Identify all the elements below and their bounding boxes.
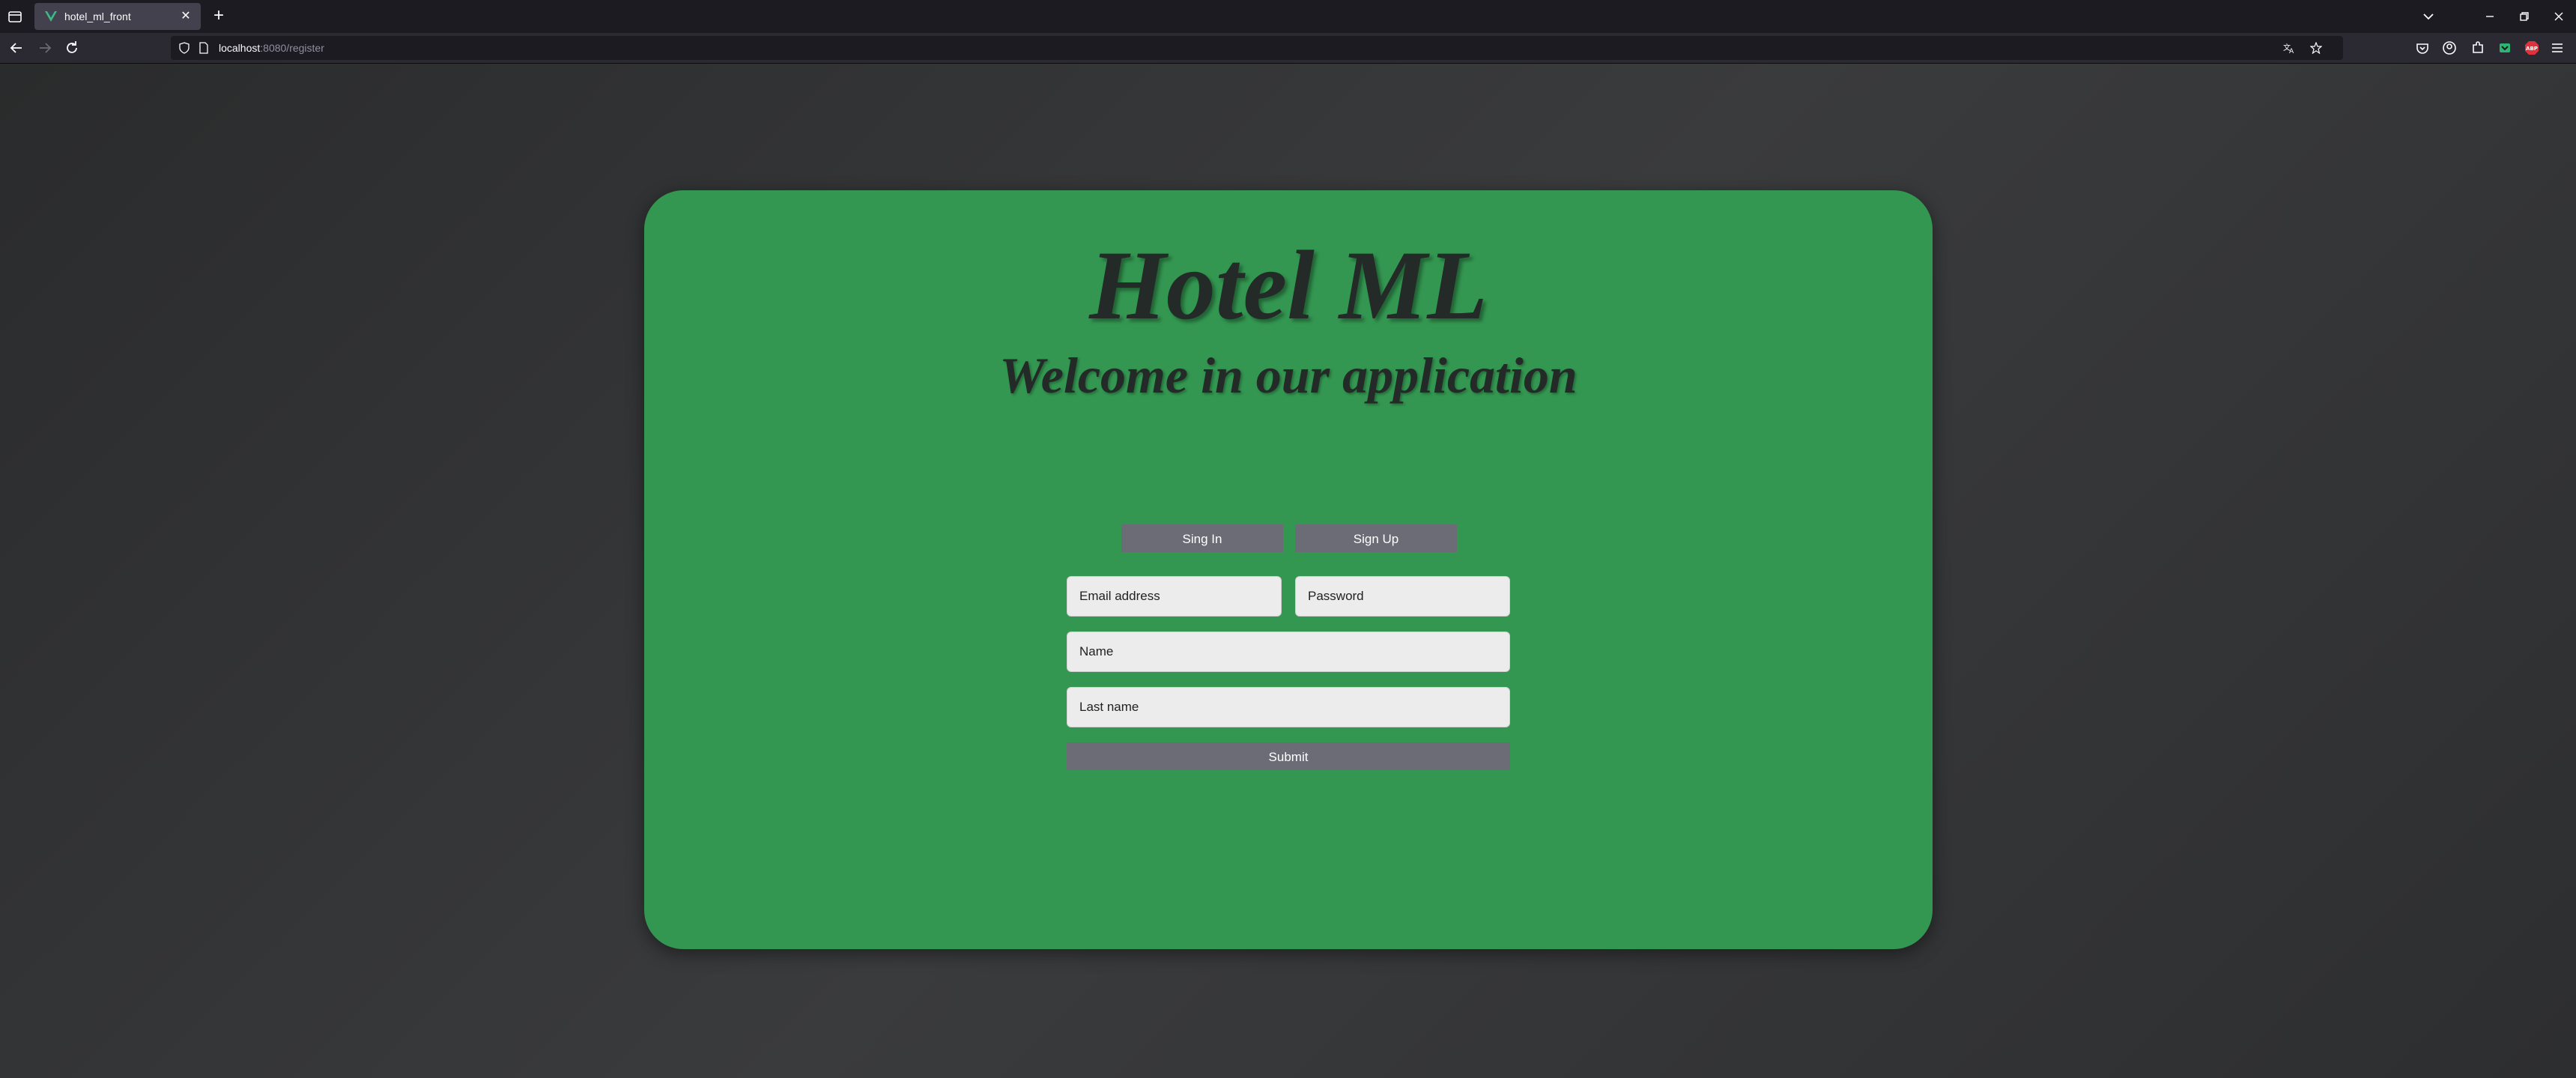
url-path: :8080/register xyxy=(260,42,324,54)
page-info-icon[interactable] xyxy=(198,42,210,54)
sign-in-button[interactable]: Sing In xyxy=(1121,524,1283,552)
last-name-field[interactable] xyxy=(1067,687,1510,727)
svg-text:A: A xyxy=(2289,48,2294,54)
register-card: Hotel ML Welcome in our application Sing… xyxy=(644,190,1933,949)
firefox-view-icon[interactable] xyxy=(6,7,24,25)
extensions-icon[interactable] xyxy=(2469,39,2487,57)
pocket-icon[interactable] xyxy=(2413,39,2431,57)
password-input[interactable] xyxy=(1296,577,1509,616)
email-input[interactable] xyxy=(1067,577,1281,616)
extension-green-icon[interactable] xyxy=(2496,39,2514,57)
bookmark-star-icon[interactable] xyxy=(2310,42,2322,54)
sign-up-button[interactable]: Sign Up xyxy=(1295,524,1457,552)
reload-icon[interactable] xyxy=(63,39,81,57)
email-field[interactable] xyxy=(1067,576,1282,617)
browser-tab[interactable]: hotel_ml_front ✕ xyxy=(34,3,201,30)
translate-icon[interactable]: 文 A xyxy=(2283,42,2295,54)
page-subtitle: Welcome in our application xyxy=(999,347,1578,404)
page-title: Hotel ML xyxy=(1089,230,1488,340)
page-viewport: Hotel ML Welcome in our application Sing… xyxy=(0,64,2576,1078)
url-host: localhost xyxy=(219,42,261,54)
vue-logo-icon xyxy=(45,11,57,22)
minimize-icon[interactable] xyxy=(2479,6,2500,27)
close-window-icon[interactable] xyxy=(2548,6,2569,27)
submit-button[interactable]: Submit xyxy=(1067,742,1510,770)
menu-icon[interactable] xyxy=(2548,39,2566,57)
adblock-icon[interactable]: ABP xyxy=(2523,39,2541,57)
shield-icon[interactable] xyxy=(178,42,190,54)
name-input[interactable] xyxy=(1067,632,1509,671)
password-field[interactable] xyxy=(1295,576,1510,617)
url-text[interactable]: localhost:8080/register xyxy=(219,42,324,54)
list-all-tabs-icon[interactable] xyxy=(2418,6,2439,27)
back-arrow-icon[interactable] xyxy=(7,39,25,57)
browser-tab-bar: hotel_ml_front ✕ + xyxy=(0,0,2576,33)
url-bar[interactable]: localhost:8080/register 文 A xyxy=(171,36,2343,60)
restore-icon[interactable] xyxy=(2514,6,2535,27)
account-icon[interactable] xyxy=(2440,39,2458,57)
tab-close-icon[interactable]: ✕ xyxy=(178,9,193,24)
new-tab-button[interactable]: + xyxy=(210,7,228,25)
navigation-toolbar: localhost:8080/register 文 A ABP xyxy=(0,33,2576,64)
name-field[interactable] xyxy=(1067,632,1510,672)
last-name-input[interactable] xyxy=(1067,688,1509,727)
svg-text:ABP: ABP xyxy=(2526,46,2538,52)
forward-arrow-icon[interactable] xyxy=(36,39,54,57)
tab-title: hotel_ml_front xyxy=(64,10,131,22)
